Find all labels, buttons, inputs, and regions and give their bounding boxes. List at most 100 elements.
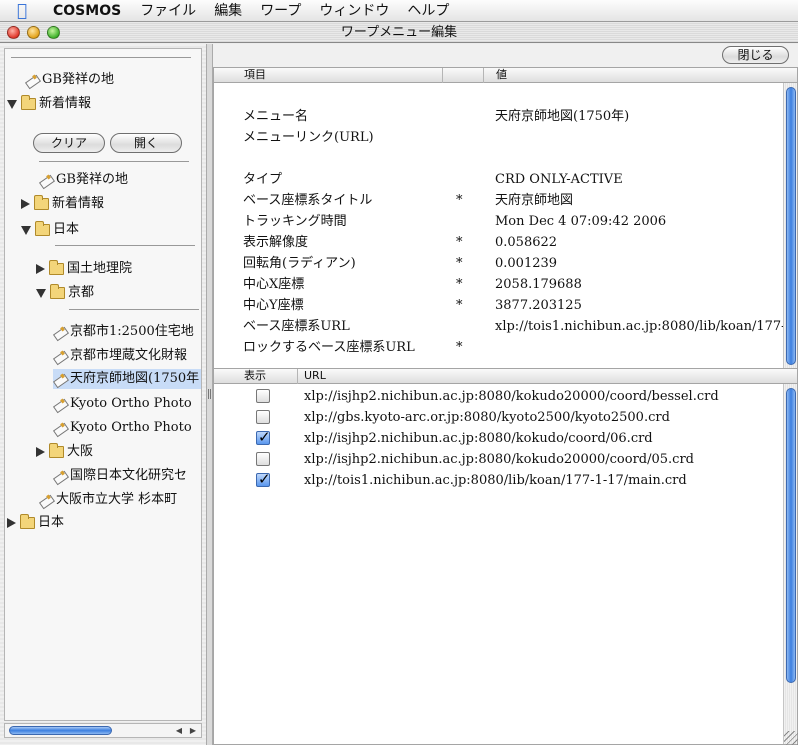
url-row[interactable]: xlp://isjhp2.nichibun.ac.jp:8080/kokudo2… bbox=[214, 386, 783, 407]
disclosure-right-icon[interactable] bbox=[36, 264, 45, 274]
menu-help[interactable]: ヘルプ bbox=[398, 0, 458, 22]
tree-item[interactable]: GB発祥の地 bbox=[39, 170, 128, 190]
tree-folder-label: 京都 bbox=[68, 285, 95, 300]
resize-grip-icon[interactable] bbox=[784, 731, 798, 745]
minimize-window-icon[interactable] bbox=[27, 26, 40, 39]
warp-tree: GB発祥の地 新着情報 クリア 開く GB発祥の地 新着情報 日本 国土地理院 … bbox=[4, 48, 202, 721]
property-row[interactable]: 中心Y座標 * 3877.203125 bbox=[214, 295, 783, 316]
tree-item[interactable]: 国際日本文化研究セ bbox=[53, 466, 187, 486]
sidebar-horizontal-scrollbar[interactable]: ◀ ▶ bbox=[4, 723, 202, 738]
tree-item[interactable]: 京都市1:2500住宅地 bbox=[53, 322, 194, 342]
apple-icon[interactable]:  bbox=[0, 1, 44, 21]
folder-icon bbox=[49, 443, 64, 458]
tree-folder[interactable]: 大阪 bbox=[36, 442, 93, 462]
scrollbar-thumb[interactable] bbox=[9, 726, 112, 735]
tree-item[interactable]: Kyoto Ortho Photo bbox=[53, 418, 192, 438]
url-row[interactable]: xlp://isjhp2.nichibun.ac.jp:8080/kokudo2… bbox=[214, 449, 783, 470]
disclosure-right-icon[interactable] bbox=[7, 518, 16, 528]
tree-item-selected[interactable]: 天府京師地図(1750年 bbox=[53, 369, 201, 389]
column-header-name[interactable]: 項目 bbox=[214, 68, 443, 83]
editor-pane: 閉じる 項目 値 メニュー名 天府京師地図(1750年) メニューリンク(URL… bbox=[213, 44, 798, 745]
url-row[interactable]: xlp://tois1.nichibun.ac.jp:8080/lib/koan… bbox=[214, 469, 783, 491]
tree-item[interactable]: GB発祥の地 bbox=[25, 70, 114, 90]
property-name: 中心Y座標 bbox=[243, 298, 304, 313]
column-header-show[interactable]: 表示 bbox=[214, 369, 298, 384]
property-row[interactable]: トラッキング時間 Mon Dec 4 07:09:42 2006 bbox=[214, 211, 783, 232]
disclosure-down-icon[interactable] bbox=[21, 225, 31, 235]
column-header-required[interactable] bbox=[443, 68, 484, 83]
property-row[interactable]: メニュー名 天府京師地図(1750年) bbox=[214, 106, 783, 127]
url-vertical-scrollbar[interactable] bbox=[783, 384, 797, 744]
property-row[interactable]: 中心X座標 * 2058.179688 bbox=[214, 274, 783, 295]
scrollbar-thumb[interactable] bbox=[786, 388, 796, 683]
property-value: 2058.179688 bbox=[495, 277, 582, 292]
column-header-value[interactable]: 値 bbox=[484, 68, 783, 83]
close-button[interactable]: 閉じる bbox=[722, 46, 789, 64]
properties-table: 項目 値 メニュー名 天府京師地図(1750年) メニューリンク(URL) タイ… bbox=[213, 67, 798, 369]
tree-item-label: 京都市埋蔵文化財報 bbox=[70, 348, 188, 363]
show-checkbox[interactable] bbox=[256, 452, 270, 466]
clear-button[interactable]: クリア bbox=[33, 133, 105, 153]
property-row[interactable]: ベース座標系URL xlp://tois1.nichibun.ac.jp:808… bbox=[214, 316, 786, 337]
menu-warp[interactable]: ワープ bbox=[251, 0, 310, 22]
tree-item-label: Kyoto Ortho Photo bbox=[70, 396, 192, 411]
property-row[interactable]: メニューリンク(URL) bbox=[214, 127, 783, 148]
tree-folder[interactable]: 新着情報 bbox=[7, 94, 91, 114]
url-row[interactable]: xlp://gbs.kyoto-arc.or.jp:8080/kyoto2500… bbox=[214, 407, 783, 428]
tree-folder[interactable]: 日本 bbox=[7, 513, 64, 533]
close-window-icon[interactable] bbox=[7, 26, 20, 39]
properties-vertical-scrollbar[interactable] bbox=[783, 83, 797, 368]
pane-splitter[interactable] bbox=[206, 44, 213, 745]
folder-icon bbox=[21, 95, 36, 110]
show-checkbox-checked[interactable] bbox=[256, 469, 271, 490]
scroll-right-icon[interactable]: ▶ bbox=[186, 724, 200, 737]
property-row[interactable]: 回転角(ラディアン) * 0.001239 bbox=[214, 253, 783, 274]
folder-icon bbox=[20, 514, 35, 529]
scrollbar-thumb[interactable] bbox=[786, 87, 796, 365]
menu-app-name[interactable]: COSMOS bbox=[44, 0, 131, 22]
folder-icon bbox=[35, 221, 50, 236]
warp-item-icon bbox=[53, 372, 67, 386]
tree-item[interactable]: Kyoto Ortho Photo bbox=[53, 394, 192, 414]
disclosure-right-icon[interactable] bbox=[21, 199, 30, 209]
property-required: * bbox=[456, 235, 463, 250]
property-name: 中心X座標 bbox=[243, 277, 305, 292]
tree-item[interactable]: 京都市埋蔵文化財報 bbox=[53, 346, 187, 366]
menu-file[interactable]: ファイル bbox=[131, 0, 205, 22]
splitter-grip-icon[interactable] bbox=[208, 389, 211, 399]
properties-header: 項目 値 bbox=[214, 68, 797, 83]
tree-folder[interactable]: 日本 bbox=[21, 220, 79, 240]
property-row[interactable]: ロックするベース座標系URL * bbox=[214, 337, 783, 358]
warp-item-icon bbox=[53, 421, 67, 435]
property-name: トラッキング時間 bbox=[243, 214, 347, 229]
url-text: xlp://isjhp2.nichibun.ac.jp:8080/kokudo2… bbox=[304, 389, 719, 404]
property-required: * bbox=[456, 277, 463, 292]
tree-folder-label: 新着情報 bbox=[52, 196, 105, 211]
url-row[interactable]: xlp://isjhp2.nichibun.ac.jp:8080/kokudo/… bbox=[214, 427, 783, 449]
disclosure-right-icon[interactable] bbox=[36, 447, 45, 457]
menu-edit[interactable]: 編集 bbox=[205, 0, 251, 22]
tree-folder-label: 日本 bbox=[38, 515, 65, 530]
column-header-url[interactable]: URL bbox=[298, 369, 783, 384]
tree-item-label: GB発祥の地 bbox=[56, 172, 128, 187]
tree-item[interactable]: 大阪市立大学 杉本町 bbox=[39, 490, 177, 510]
disclosure-down-icon[interactable] bbox=[36, 288, 46, 298]
menu-window[interactable]: ウィンドウ bbox=[310, 0, 398, 22]
tree-folder[interactable]: 新着情報 bbox=[21, 194, 104, 214]
tree-folder[interactable]: 京都 bbox=[36, 283, 94, 303]
show-checkbox[interactable] bbox=[256, 389, 270, 403]
window-title: ワープメニュー編集 bbox=[340, 25, 458, 40]
property-row[interactable]: ベース座標系タイトル * 天府京師地図 bbox=[214, 190, 783, 211]
scroll-left-icon[interactable]: ◀ bbox=[172, 724, 186, 737]
disclosure-down-icon[interactable] bbox=[7, 99, 17, 109]
tree-folder[interactable]: 国土地理院 bbox=[36, 259, 132, 279]
property-row[interactable]: 表示解像度 * 0.058622 bbox=[214, 232, 783, 253]
show-checkbox-checked[interactable] bbox=[256, 427, 271, 448]
window-titlebar[interactable]: ワープメニュー編集 bbox=[0, 22, 798, 43]
url-text: xlp://isjhp2.nichibun.ac.jp:8080/kokudo2… bbox=[304, 452, 694, 467]
open-button[interactable]: 開く bbox=[110, 133, 182, 153]
property-row[interactable]: タイプ CRD ONLY-ACTIVE bbox=[214, 169, 783, 190]
zoom-window-icon[interactable] bbox=[47, 26, 60, 39]
show-checkbox[interactable] bbox=[256, 410, 270, 424]
tree-item-label: Kyoto Ortho Photo bbox=[70, 420, 192, 435]
